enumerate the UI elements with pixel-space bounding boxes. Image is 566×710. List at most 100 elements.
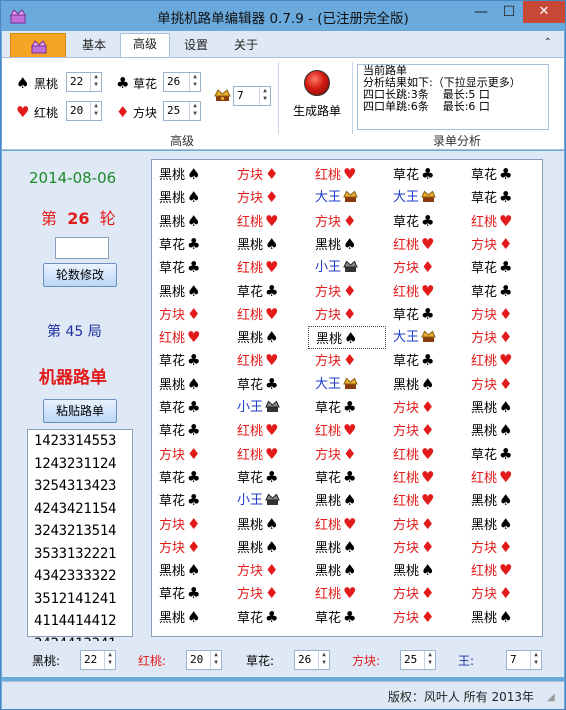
roadmap-cell[interactable]: 黑桃 ♠ (152, 210, 230, 233)
tab-about[interactable]: 关于 (224, 35, 268, 57)
roadmap-cell[interactable]: 草花 ♣ (308, 396, 386, 419)
spinner-arrows-icon[interactable]: ▲ ▼ (189, 102, 200, 120)
roadmap-cell[interactable]: 黑桃 ♠ (152, 373, 230, 396)
roadmap-cell[interactable]: 草花 ♣ (152, 582, 230, 605)
roadmap-cell[interactable]: 方块 ♦ (308, 443, 386, 466)
roadmap-cell[interactable]: 方块 ♦ (464, 326, 542, 349)
tab-basic[interactable]: 基本 (72, 35, 116, 57)
roadmap-cell[interactable]: 草花 ♣ (152, 396, 230, 419)
paste-roadmap-button[interactable]: 粘贴路单 (43, 399, 117, 423)
club-count-spinner[interactable]: 26 ▲ ▼ (163, 72, 201, 92)
roadmap-cell[interactable]: 红桃 ♥ (464, 210, 542, 233)
diamond-count-spinner[interactable]: 25 ▲ ▼ (163, 101, 201, 121)
roadmap-cell[interactable]: 草花 ♣ (464, 163, 542, 186)
roadmap-cell[interactable]: 黑桃 ♠ (464, 396, 542, 419)
roadmap-cell[interactable]: 黑桃 ♠ (152, 559, 230, 582)
spinner-arrows-icon[interactable]: ▲ ▼ (189, 73, 200, 91)
app-menu-button[interactable] (10, 33, 66, 57)
roadmap-cell[interactable]: 方块 ♦ (464, 233, 542, 256)
round-input[interactable] (55, 237, 109, 259)
roadmap-cell[interactable]: 红桃 ♥ (230, 349, 308, 372)
roadmap-cell[interactable]: 黑桃 ♠ (230, 233, 308, 256)
tab-advanced[interactable]: 高级 (120, 33, 170, 58)
roadmap-cell[interactable]: 草花 ♣ (230, 280, 308, 303)
roadmap-cell[interactable]: 草花 ♣ (386, 349, 464, 372)
roadmap-cell[interactable]: 方块 ♦ (386, 419, 464, 442)
roadmap-cell[interactable]: 黑桃 ♠ (308, 233, 386, 256)
roadmap-cell[interactable]: 草花 ♣ (464, 256, 542, 279)
roadmap-cell[interactable]: 草花 ♣ (464, 280, 542, 303)
roadmap-cell[interactable]: 黑桃 ♠ (152, 186, 230, 209)
roadmap-cell[interactable]: 方块 ♦ (230, 582, 308, 605)
roadmap-cell[interactable]: 黑桃 ♠ (386, 559, 464, 582)
roadmap-cell[interactable]: 草花 ♣ (386, 163, 464, 186)
roadmap-cell[interactable]: 红桃 ♥ (308, 582, 386, 605)
roadmap-cell[interactable]: 红桃 ♥ (386, 466, 464, 489)
codes-list[interactable]: 1423314553 1243231124 3254313423 4243421154… (27, 429, 133, 652)
roadmap-cell[interactable]: 方块 ♦ (152, 443, 230, 466)
roadmap-cell[interactable]: 方块 ♦ (386, 582, 464, 605)
roadmap-cell[interactable]: 小王 (230, 489, 308, 512)
roadmap-cell[interactable]: 草花 ♣ (152, 489, 230, 512)
roadmap-cell[interactable]: 黑桃 ♠ (152, 163, 230, 186)
roadmap-cell[interactable]: 草花 ♣ (386, 210, 464, 233)
roadmap-cell[interactable]: 草花 ♣ (152, 233, 230, 256)
roadmap-cell[interactable]: 草花 ♣ (152, 419, 230, 442)
roadmap-cell[interactable]: 大王 (308, 373, 386, 396)
roadmap-cell[interactable]: 方块 ♦ (308, 303, 386, 326)
bottom-count-spinner[interactable]: 7 ▲ ▼ (506, 650, 542, 670)
roadmap-cell[interactable]: 红桃 ♥ (230, 210, 308, 233)
roadmap-cell[interactable]: 草花 ♣ (152, 466, 230, 489)
roadmap-cell[interactable]: 方块 ♦ (386, 396, 464, 419)
roadmap-cell[interactable]: 大王 (308, 186, 386, 209)
roadmap-cell[interactable]: 草花 ♣ (464, 186, 542, 209)
roadmap-cell[interactable]: 黑桃 ♠ (308, 559, 386, 582)
spinner-arrows-icon[interactable]: ▲ ▼ (530, 651, 541, 669)
heart-count-spinner[interactable]: 20 ▲ ▼ (66, 101, 102, 121)
roadmap-cell[interactable]: 黑桃 ♠ (308, 326, 386, 350)
roadmap-cell[interactable]: 大王 (386, 326, 464, 349)
roadmap-cell[interactable]: 方块 ♦ (464, 536, 542, 559)
spinner-arrows-icon[interactable]: ▲ ▼ (210, 651, 221, 669)
roadmap-cell[interactable]: 方块 ♦ (230, 163, 308, 186)
roadmap-cell[interactable]: 草花 ♣ (152, 256, 230, 279)
bottom-count-spinner[interactable]: 26 ▲ ▼ (294, 650, 330, 670)
spinner-arrows-icon[interactable]: ▲ ▼ (90, 73, 101, 91)
roadmap-cell[interactable]: 红桃 ♥ (386, 489, 464, 512)
roadmap-cell[interactable]: 方块 ♦ (386, 536, 464, 559)
roadmap-cell[interactable]: 红桃 ♥ (386, 233, 464, 256)
roadmap-cell[interactable]: 黑桃 ♠ (464, 606, 542, 629)
roadmap-cell[interactable]: 黑桃 ♠ (464, 419, 542, 442)
roadmap-cell[interactable]: 方块 ♦ (464, 303, 542, 326)
close-button[interactable]: ✕ (523, 1, 565, 23)
roadmap-cell[interactable]: 黑桃 ♠ (386, 373, 464, 396)
roadmap-cell[interactable]: 黑桃 ♠ (464, 513, 542, 536)
roadmap-cell[interactable]: 草花 ♣ (230, 606, 308, 629)
roadmap-cell[interactable]: 草花 ♣ (308, 606, 386, 629)
roadmap-cell[interactable]: 红桃 ♥ (386, 280, 464, 303)
roadmap-cell[interactable]: 黑桃 ♠ (230, 326, 308, 349)
roadmap-cell[interactable]: 大王 (386, 186, 464, 209)
minimize-button[interactable]: — (467, 1, 495, 23)
roadmap-cell[interactable]: 草花 ♣ (308, 466, 386, 489)
spinner-arrows-icon[interactable]: ▲ ▼ (318, 651, 329, 669)
resize-grip-icon[interactable]: ◢ (547, 692, 561, 706)
generate-roadmap-button[interactable]: 生成路单 (288, 70, 346, 122)
roadmap-cell[interactable]: 方块 ♦ (308, 349, 386, 372)
roadmap-cell[interactable]: 红桃 ♥ (464, 349, 542, 372)
roadmap-cell[interactable]: 草花 ♣ (230, 466, 308, 489)
roadmap-cell[interactable]: 黑桃 ♠ (152, 280, 230, 303)
maximize-button[interactable]: ☐ (495, 1, 523, 23)
modify-round-button[interactable]: 轮数修改 (43, 263, 117, 287)
spinner-arrows-icon[interactable]: ▲ ▼ (259, 87, 270, 105)
bottom-count-spinner[interactable]: 25 ▲ ▼ (400, 650, 436, 670)
roadmap-cell[interactable]: 黑桃 ♠ (230, 536, 308, 559)
roadmap-cell[interactable]: 方块 ♦ (230, 559, 308, 582)
roadmap-cell[interactable]: 小王 (230, 396, 308, 419)
spinner-arrows-icon[interactable]: ▲ ▼ (424, 651, 435, 669)
roadmap-cell[interactable]: 方块 ♦ (386, 256, 464, 279)
roadmap-cell[interactable]: 黑桃 ♠ (308, 489, 386, 512)
roadmap-cell[interactable]: 黑桃 ♠ (308, 536, 386, 559)
roadmap-cell[interactable]: 方块 ♦ (230, 186, 308, 209)
bottom-count-spinner[interactable]: 20 ▲ ▼ (186, 650, 222, 670)
